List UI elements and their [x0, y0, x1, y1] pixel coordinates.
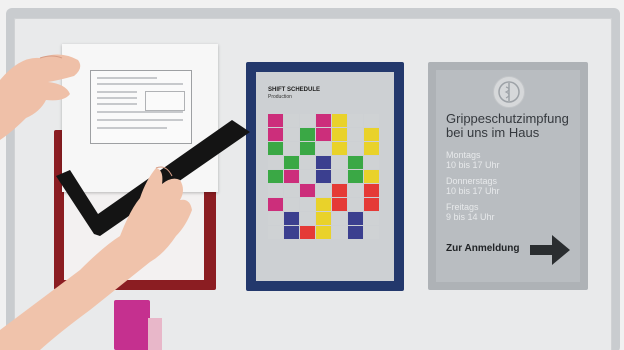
magenta-object: [114, 300, 150, 350]
photo-scene: SHIFT SCHEDULE Production Grippeschutzim…: [0, 0, 624, 350]
pink-object: [148, 318, 162, 350]
